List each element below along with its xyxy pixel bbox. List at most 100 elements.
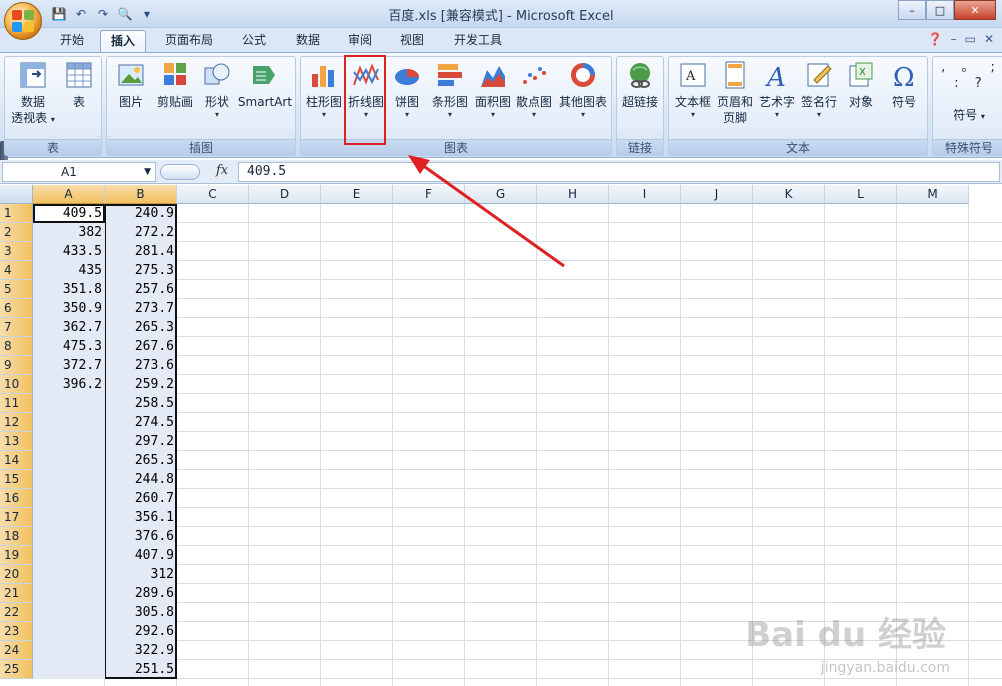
textbox-button[interactable]: A 文本框 ▾ <box>671 60 715 120</box>
row-header-18[interactable]: 18 <box>0 527 33 546</box>
row-header-9[interactable]: 9 <box>0 356 33 375</box>
row-header-25[interactable]: 25 <box>0 660 33 679</box>
cell-a1[interactable]: 409.5 <box>33 204 105 223</box>
cell-b22[interactable]: 305.8 <box>105 603 177 622</box>
cell-a5[interactable]: 351.8 <box>33 280 105 299</box>
office-button[interactable] <box>4 2 42 40</box>
cell-b3[interactable]: 281.4 <box>105 242 177 261</box>
column-chart-button[interactable]: 柱形图 ▾ <box>303 60 345 120</box>
scatter-chart-button[interactable]: 散点图 ▾ <box>513 60 555 120</box>
row-header-6[interactable]: 6 <box>0 299 33 318</box>
tab-home[interactable]: 开始 <box>50 30 94 52</box>
picture-button[interactable]: 图片 <box>113 60 149 110</box>
formula-input[interactable]: 409.5 <box>238 162 1000 182</box>
smartart-button[interactable]: SmartArt <box>237 60 293 110</box>
maximize-button[interactable]: □ <box>926 0 954 20</box>
hyperlink-button[interactable]: 超链接 <box>619 60 661 110</box>
cell-b6[interactable]: 273.7 <box>105 299 177 318</box>
column-header-m[interactable]: M <box>897 185 969 204</box>
cell-a7[interactable]: 362.7 <box>33 318 105 337</box>
row-header-21[interactable]: 21 <box>0 584 33 603</box>
bar-chart-button[interactable]: 条形图 ▾ <box>429 60 471 120</box>
column-header-e[interactable]: E <box>321 185 393 204</box>
object-button[interactable]: X 对象 <box>841 60 881 110</box>
tab-formulas[interactable]: 公式 <box>232 30 276 52</box>
column-header-j[interactable]: J <box>681 185 753 204</box>
ribbon-minimize-icon[interactable]: – <box>951 32 957 46</box>
special-symbols-grid[interactable]: , 。 ; : ? <box>939 60 1002 92</box>
clipart-button[interactable]: 剪贴画 <box>153 60 197 110</box>
row-header-14[interactable]: 14 <box>0 451 33 470</box>
cell-b15[interactable]: 244.8 <box>105 470 177 489</box>
tab-view[interactable]: 视图 <box>390 30 434 52</box>
row-header-23[interactable]: 23 <box>0 622 33 641</box>
cell-b23[interactable]: 292.6 <box>105 622 177 641</box>
cell-b10[interactable]: 259.2 <box>105 375 177 394</box>
cell-b13[interactable]: 297.2 <box>105 432 177 451</box>
cell-a8[interactable]: 475.3 <box>33 337 105 356</box>
select-all-corner[interactable] <box>0 185 33 204</box>
other-charts-button[interactable]: 其他图表 ▾ <box>555 60 611 120</box>
cell-b1[interactable]: 240.9 <box>105 204 177 223</box>
cell-b17[interactable]: 356.1 <box>105 508 177 527</box>
cell-b18[interactable]: 376.6 <box>105 527 177 546</box>
chevron-down-icon[interactable]: ▼ <box>144 163 151 181</box>
cell-b12[interactable]: 274.5 <box>105 413 177 432</box>
row-header-5[interactable]: 5 <box>0 280 33 299</box>
header-footer-button[interactable]: 页眉和 页脚 <box>715 60 755 126</box>
area-chart-button[interactable]: 面积图 ▾ <box>473 60 513 120</box>
row-header-20[interactable]: 20 <box>0 565 33 584</box>
cell-a4[interactable]: 435 <box>33 261 105 280</box>
column-header-a[interactable]: A <box>33 185 105 204</box>
wordart-button[interactable]: A 艺术字 ▾ <box>757 60 797 120</box>
row-header-3[interactable]: 3 <box>0 242 33 261</box>
cell-a9[interactable]: 372.7 <box>33 356 105 375</box>
cell-b19[interactable]: 407.9 <box>105 546 177 565</box>
cell-b11[interactable]: 258.5 <box>105 394 177 413</box>
row-header-8[interactable]: 8 <box>0 337 33 356</box>
row-header-13[interactable]: 13 <box>0 432 33 451</box>
tab-page-layout[interactable]: 页面布局 <box>155 30 223 52</box>
name-box[interactable]: A1 ▼ <box>2 162 156 182</box>
ribbon-close-icon[interactable]: ✕ <box>984 32 994 46</box>
cell-a2[interactable]: 382 <box>33 223 105 242</box>
row-header-1[interactable]: 1 <box>0 204 33 223</box>
minimize-button[interactable]: – <box>898 0 926 20</box>
shapes-button[interactable]: 形状 ▾ <box>199 60 235 120</box>
tab-developer[interactable]: 开发工具 <box>444 30 512 52</box>
tab-insert[interactable]: 插入 <box>100 30 147 52</box>
cell-a6[interactable]: 350.9 <box>33 299 105 318</box>
insert-function-icon[interactable]: fx <box>216 163 228 178</box>
cell-a3[interactable]: 433.5 <box>33 242 105 261</box>
row-header-22[interactable]: 22 <box>0 603 33 622</box>
cell-b7[interactable]: 265.3 <box>105 318 177 337</box>
row-header-11[interactable]: 11 <box>0 394 33 413</box>
pivot-table-button[interactable]: 数据 透视表 ▾ <box>11 60 55 128</box>
symbol-button[interactable]: Ω 符号 <box>883 60 925 110</box>
cell-a10[interactable]: 396.2 <box>33 375 105 394</box>
tab-review[interactable]: 审阅 <box>338 30 382 52</box>
cell-b24[interactable]: 322.9 <box>105 641 177 660</box>
row-header-15[interactable]: 15 <box>0 470 33 489</box>
cell-b14[interactable]: 265.3 <box>105 451 177 470</box>
cell-b21[interactable]: 289.6 <box>105 584 177 603</box>
column-header-c[interactable]: C <box>177 185 249 204</box>
special-symbol-button[interactable]: 符号 ▾ <box>941 107 997 125</box>
row-header-19[interactable]: 19 <box>0 546 33 565</box>
column-header-d[interactable]: D <box>249 185 321 204</box>
row-header-17[interactable]: 17 <box>0 508 33 527</box>
row-header-10[interactable]: 10 <box>0 375 33 394</box>
row-header-7[interactable]: 7 <box>0 318 33 337</box>
pie-chart-button[interactable]: 饼图 ▾ <box>389 60 425 120</box>
row-header-2[interactable]: 2 <box>0 223 33 242</box>
cell-b16[interactable]: 260.7 <box>105 489 177 508</box>
tab-data[interactable]: 数据 <box>286 30 330 52</box>
ribbon-restore-icon[interactable]: ▭ <box>965 32 976 46</box>
cell-b5[interactable]: 257.6 <box>105 280 177 299</box>
column-header-l[interactable]: L <box>825 185 897 204</box>
column-header-b[interactable]: B <box>105 185 177 204</box>
row-header-16[interactable]: 16 <box>0 489 33 508</box>
column-header-k[interactable]: K <box>753 185 825 204</box>
cell-b4[interactable]: 275.3 <box>105 261 177 280</box>
cell-b2[interactable]: 272.2 <box>105 223 177 242</box>
